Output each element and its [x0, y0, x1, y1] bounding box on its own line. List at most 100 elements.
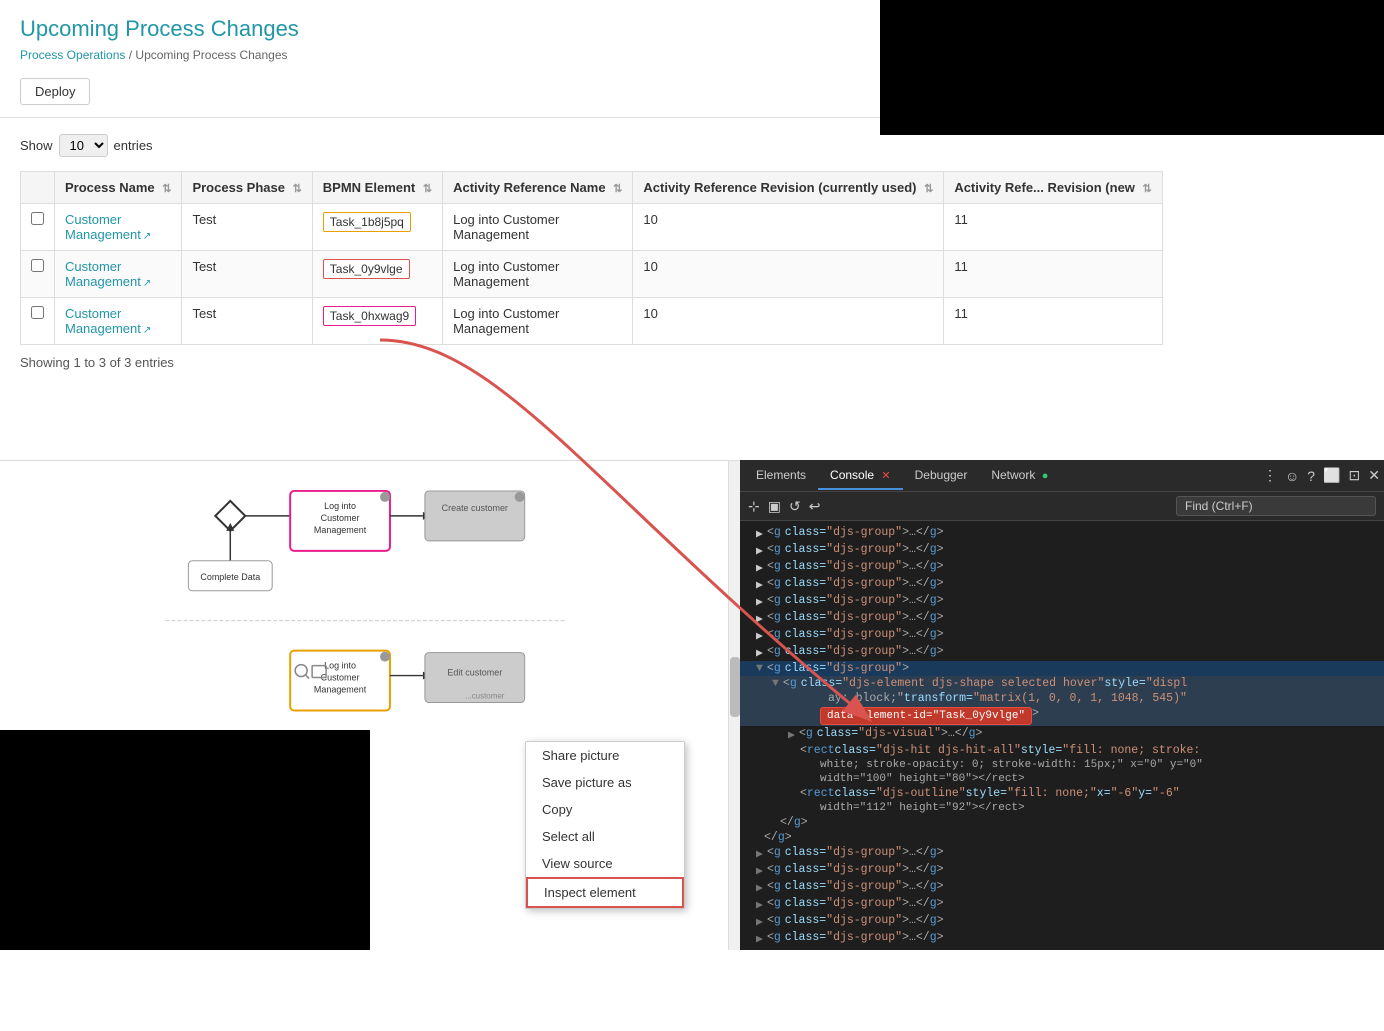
bpmn-tag-0[interactable]: Task_1b8j5pq: [323, 212, 411, 232]
devtools-back-icon[interactable]: ↩: [809, 498, 821, 515]
th-activity-ref-revision-current[interactable]: Activity Reference Revision (currently u…: [633, 172, 944, 204]
show-label: Show: [20, 138, 53, 153]
dom-line-post-2[interactable]: ▶ <g class="djs-group">…</g>: [740, 862, 1384, 879]
dom-line-post-4[interactable]: ▶ <g class="djs-group">…</g>: [740, 896, 1384, 913]
table-controls: Show 10 25 50 entries: [20, 134, 860, 157]
breadcrumb-parent[interactable]: Process Operations: [20, 48, 125, 62]
context-menu-save[interactable]: Save picture as: [526, 769, 684, 796]
devtools-tab-network[interactable]: Network ●: [979, 462, 1060, 490]
bpmn-tag-1[interactable]: Task_0y9vlge: [323, 259, 410, 279]
black-overlay-top-right: [880, 0, 1384, 135]
dom-line-rect-2[interactable]: <rect class="djs-outline" style="fill: n…: [740, 786, 1384, 801]
dom-line[interactable]: ▶ <g class="djs-group">…</g>: [740, 627, 1384, 644]
sort-icon-bpmn-element: ⇅: [423, 183, 432, 195]
context-menu-copy[interactable]: Copy: [526, 796, 684, 823]
dom-line-rect-1b[interactable]: white; stroke-opacity: 0; stroke-width: …: [740, 758, 1384, 772]
table-row: Customer Management↗ Test Task_0hxwag9 L…: [21, 298, 1163, 345]
dom-line-close-outer[interactable]: </g>: [740, 830, 1384, 845]
triangle: ▶: [756, 560, 763, 575]
devtools-tab-console[interactable]: Console ✕: [818, 462, 903, 490]
edit-customer-cont: ...customer: [465, 692, 505, 701]
process-name-link-2[interactable]: Customer Management↗: [65, 306, 151, 336]
dom-line-visual[interactable]: ▶ <g class="djs-visual">…</g>: [740, 726, 1384, 743]
bpmn-diagram-area: Log into Customer Management Create cust…: [0, 460, 740, 950]
row-process-phase-0: Test: [182, 204, 312, 251]
th-bpmn-element[interactable]: BPMN Element ⇅: [312, 172, 442, 204]
context-menu-select-all[interactable]: Select all: [526, 823, 684, 850]
dom-line[interactable]: ▶ <g class="djs-group">…</g>: [740, 559, 1384, 576]
create-customer-box[interactable]: [425, 491, 525, 541]
th-activity-ref-revision-new[interactable]: Activity Refe... Revision (new ⇅: [944, 172, 1162, 204]
deploy-button[interactable]: Deploy: [20, 78, 90, 105]
triangle: ▶: [756, 628, 763, 643]
context-menu-view-source[interactable]: View source: [526, 850, 684, 877]
row-process-name-2: Customer Management↗: [55, 298, 182, 345]
dom-line-post-1[interactable]: ▶ <g class="djs-group">…</g>: [740, 845, 1384, 862]
context-menu-inspect[interactable]: Inspect element: [526, 877, 684, 908]
devtools-icon-close[interactable]: ✕: [1368, 467, 1380, 484]
process-name-link-1[interactable]: Customer Management↗: [65, 259, 151, 289]
bpmn-tag-2[interactable]: Task_0hxwag9: [323, 306, 416, 326]
diagram-scrollbar[interactable]: [728, 461, 740, 950]
th-activity-ref-name[interactable]: Activity Reference Name ⇅: [443, 172, 633, 204]
external-link-icon-1: ↗: [143, 278, 151, 289]
row-revision-new-1: 11: [944, 251, 1162, 298]
log-into-cm-top-label2: Customer: [321, 513, 360, 523]
dom-line[interactable]: ▶ <g class="djs-group">…</g>: [740, 644, 1384, 661]
row-revision-current-2: 10: [633, 298, 944, 345]
row-activity-ref-name-2: Log into Customer Management: [443, 298, 633, 345]
devtools-tab-debugger[interactable]: Debugger: [903, 462, 980, 490]
dom-line-element[interactable]: ▼ <g class="djs-element djs-shape select…: [740, 676, 1384, 691]
log-into-cm-top-label: Log into: [324, 501, 356, 511]
dom-line[interactable]: ▶ <g class="djs-group">…</g>: [740, 610, 1384, 627]
dom-line[interactable]: ▶ <g class="djs-group">…</g>: [740, 542, 1384, 559]
dom-line-rect-1c[interactable]: width="100" height="80"></rect>: [740, 772, 1384, 786]
devtools-icon-smile[interactable]: ☺: [1285, 468, 1299, 484]
row-checkbox-2[interactable]: [31, 306, 44, 319]
context-menu-share[interactable]: Share picture: [526, 742, 684, 769]
dom-line-post-3[interactable]: ▶ <g class="djs-group">…</g>: [740, 879, 1384, 896]
row-process-phase-2: Test: [182, 298, 312, 345]
dom-line[interactable]: ▶ <g class="djs-group">…</g>: [740, 525, 1384, 542]
dom-line-open-group[interactable]: ▼ <g class="djs-group">: [740, 661, 1384, 676]
dom-line-element-2[interactable]: ay: block;" transform="matrix(1, 0, 0, 1…: [740, 691, 1384, 706]
devtools-icon-undock[interactable]: ⊡: [1349, 467, 1361, 484]
devtools-refresh-icon[interactable]: ↺: [789, 498, 801, 515]
dom-line-rect-1[interactable]: <rect class="djs-hit djs-hit-all" style=…: [740, 743, 1384, 758]
triangle-open: ▼: [756, 662, 763, 675]
context-menu: Share picture Save picture as Copy Selec…: [525, 741, 685, 909]
devtools-icon-help[interactable]: ?: [1307, 468, 1315, 484]
dom-line[interactable]: ▶ <g class="djs-group">…</g>: [740, 576, 1384, 593]
dom-line-post-5[interactable]: ▶ <g class="djs-group">…</g>: [740, 913, 1384, 930]
process-name-link-0[interactable]: Customer Management↗: [65, 212, 151, 242]
row-checkbox-cell: [21, 204, 55, 251]
console-close-icon[interactable]: ✕: [881, 470, 890, 482]
row-checkbox-0[interactable]: [31, 212, 44, 225]
diagram-scrollbar-thumb[interactable]: [730, 657, 740, 717]
devtools-box-icon[interactable]: ▣: [768, 498, 781, 515]
dom-line-close-inner[interactable]: </g>: [740, 815, 1384, 830]
network-green-dot: ●: [1042, 470, 1049, 482]
dom-line[interactable]: ▶ <g class="djs-group">…</g>: [740, 593, 1384, 610]
page-header: Upcoming Process Changes Process Operati…: [0, 0, 880, 70]
table-header-row: Process Name ⇅ Process Phase ⇅ BPMN Elem…: [21, 172, 1163, 204]
dom-line-data-element-id[interactable]: data-element-id="Task_0y9vlge" >: [740, 706, 1384, 726]
triangle: ▶: [756, 645, 763, 660]
find-bar[interactable]: Find (Ctrl+F): [1176, 496, 1376, 516]
dom-line-post-6[interactable]: ▶ <g class="djs-group">…</g>: [740, 930, 1384, 947]
devtools-cursor-icon[interactable]: ⊹: [748, 498, 760, 515]
devtools-tabs: Elements Console ✕ Debugger Network ● ⋮ …: [740, 460, 1384, 492]
th-process-name[interactable]: Process Name ⇅: [55, 172, 182, 204]
devtools-icon-dock[interactable]: ⬜: [1323, 467, 1340, 484]
th-process-phase[interactable]: Process Phase ⇅: [182, 172, 312, 204]
row-checkbox-cell: [21, 298, 55, 345]
triangle: ▶: [756, 897, 763, 912]
devtools-tab-elements[interactable]: Elements: [744, 462, 818, 490]
toolbar: Deploy: [0, 70, 880, 118]
triangle: ▶: [756, 594, 763, 609]
dom-line-rect-2b[interactable]: width="112" height="92"></rect>: [740, 801, 1384, 815]
row-checkbox-1[interactable]: [31, 259, 44, 272]
gear-icon-top: [380, 492, 390, 502]
entries-per-page-select[interactable]: 10 25 50: [59, 134, 108, 157]
devtools-icon-settings[interactable]: ⋮: [1263, 467, 1277, 484]
